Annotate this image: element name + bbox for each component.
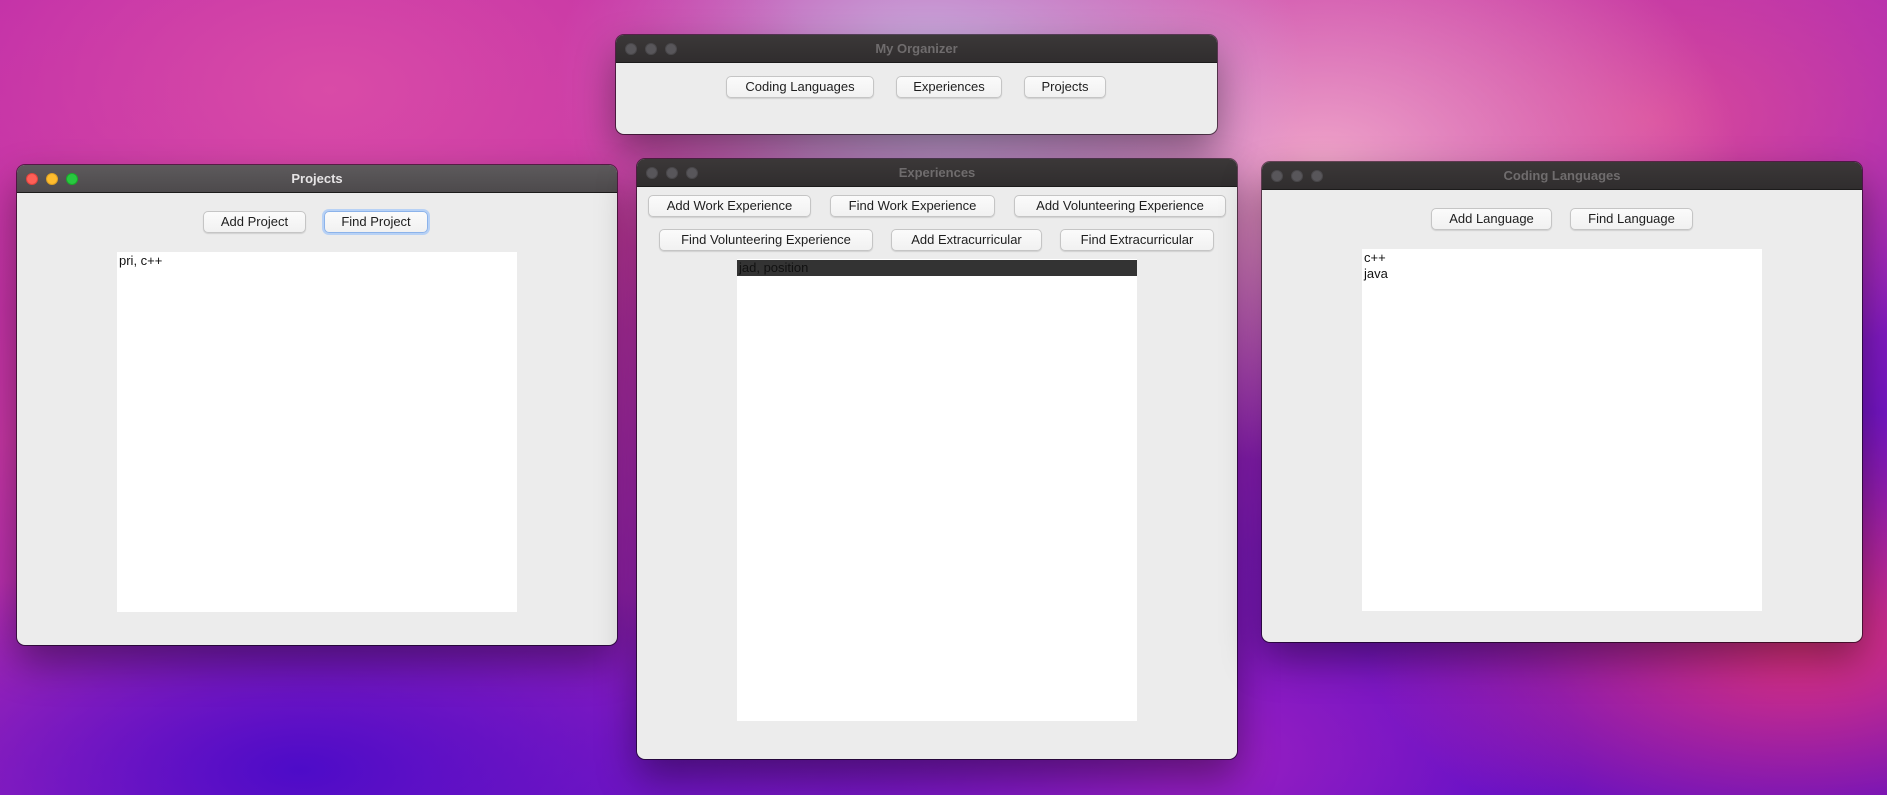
add-language-button[interactable]: Add Language bbox=[1431, 208, 1552, 230]
organizer-titlebar[interactable]: My Organizer bbox=[616, 35, 1217, 63]
projects-button[interactable]: Projects bbox=[1024, 76, 1106, 98]
list-item[interactable]: pri, c++ bbox=[117, 253, 517, 269]
experiences-titlebar[interactable]: Experiences bbox=[637, 159, 1237, 187]
coding-languages-window: Coding Languages Add Language Find Langu… bbox=[1262, 162, 1862, 642]
add-work-experience-button[interactable]: Add Work Experience bbox=[648, 195, 811, 217]
languages-list[interactable]: c++ java bbox=[1362, 249, 1762, 611]
find-project-button[interactable]: Find Project bbox=[324, 211, 428, 233]
add-volunteering-experience-button[interactable]: Add Volunteering Experience bbox=[1014, 195, 1226, 217]
coding-languages-titlebar[interactable]: Coding Languages bbox=[1262, 162, 1862, 190]
experiences-list[interactable]: jad, position bbox=[737, 259, 1137, 721]
projects-list[interactable]: pri, c++ bbox=[117, 252, 517, 612]
find-extracurricular-button[interactable]: Find Extracurricular bbox=[1060, 229, 1214, 251]
window-title: Coding Languages bbox=[1503, 168, 1621, 183]
experiences-button[interactable]: Experiences bbox=[896, 76, 1002, 98]
find-language-button[interactable]: Find Language bbox=[1570, 208, 1693, 230]
window-title: My Organizer bbox=[875, 41, 958, 56]
coding-languages-button[interactable]: Coding Languages bbox=[726, 76, 874, 98]
find-work-experience-button[interactable]: Find Work Experience bbox=[830, 195, 995, 217]
add-project-button[interactable]: Add Project bbox=[203, 211, 306, 233]
window-title: Experiences bbox=[898, 165, 976, 180]
projects-titlebar[interactable]: Projects bbox=[17, 165, 617, 193]
experiences-window: Experiences Add Work Experience Find Wor… bbox=[637, 159, 1237, 759]
projects-window: Projects Add Project Find Project pri, c… bbox=[17, 165, 617, 645]
list-item[interactable]: c++ bbox=[1362, 250, 1762, 266]
organizer-window: My Organizer Coding Languages Experience… bbox=[616, 35, 1217, 134]
list-item[interactable]: java bbox=[1362, 266, 1762, 282]
find-volunteering-experience-button[interactable]: Find Volunteering Experience bbox=[659, 229, 873, 251]
list-item[interactable]: jad, position bbox=[737, 260, 1137, 276]
window-title: Projects bbox=[291, 171, 343, 186]
add-extracurricular-button[interactable]: Add Extracurricular bbox=[891, 229, 1042, 251]
